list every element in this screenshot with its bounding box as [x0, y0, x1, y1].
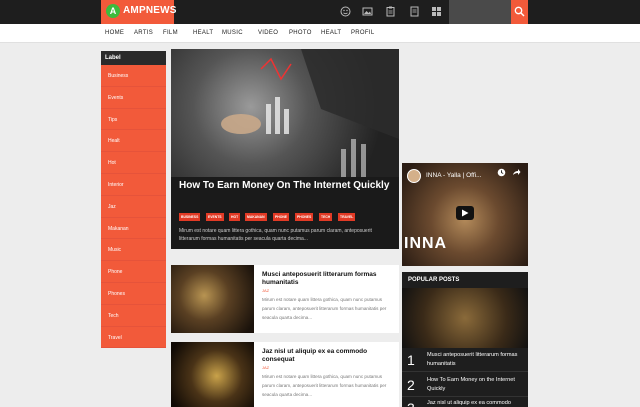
popular-post-title[interactable]: How To Earn Money on the Internet Quickl… — [427, 376, 523, 394]
featured-title[interactable]: How To Earn Money On The Internet Quickl… — [179, 179, 391, 192]
sidebar-item-tech[interactable]: Tech — [101, 305, 166, 327]
popular-post-title[interactable]: Musci anteposuerit litterarum formas hum… — [427, 351, 523, 369]
popular-post-item[interactable]: 3 Jaz nisl ut aliquip ex ea commodo — [402, 396, 528, 407]
popular-post-item[interactable]: 2 How To Earn Money on the Internet Quic… — [402, 373, 528, 397]
channel-avatar[interactable] — [407, 169, 421, 183]
post-author[interactable]: JAZ — [262, 288, 269, 293]
popular-post-number: 2 — [407, 377, 415, 393]
featured-description: Mirum est notare quam littera gothica, q… — [179, 228, 372, 242]
sidebar-item-hot[interactable]: Hot — [101, 152, 166, 174]
popular-post-title[interactable]: Jaz nisl ut aliquip ex ea commodo — [427, 399, 523, 407]
document-icon[interactable] — [409, 6, 420, 17]
nav-item-video[interactable]: VIDEO — [258, 30, 278, 36]
sidebar-item-jaz[interactable]: Jaz — [101, 196, 166, 218]
tag-business[interactable]: BUSINESS — [179, 213, 201, 221]
nav-item-artis[interactable]: ARTIS — [134, 30, 153, 36]
search-icon — [514, 6, 525, 17]
post-thumbnail[interactable] — [171, 342, 254, 407]
featured-post[interactable]: How To Earn Money On The Internet Quickl… — [171, 49, 399, 249]
popular-posts-heading: POPULAR POSTS — [408, 277, 460, 283]
featured-image[interactable] — [171, 49, 399, 177]
popular-post-number: 3 — [407, 400, 415, 407]
sidebar-item-phones[interactable]: Phones — [101, 283, 166, 305]
tag-phones[interactable]: PHONES — [295, 213, 314, 221]
tag-phone[interactable]: PHONE — [273, 213, 290, 221]
logo-badge-icon: A — [106, 4, 120, 18]
nav-item-music[interactable]: MUSIC — [222, 30, 243, 36]
sidebar-item-interior[interactable]: Interior — [101, 174, 166, 196]
sidebar-item-tips[interactable]: Tips — [101, 109, 166, 131]
video-logo-text: INNA — [404, 235, 448, 252]
nav-item-healt-2[interactable]: HEALT — [321, 30, 341, 36]
nav-item-healt[interactable]: HEALT — [193, 30, 213, 36]
search-button[interactable] — [511, 0, 528, 24]
post-thumbnail[interactable] — [171, 265, 254, 333]
featured-chart-graphic — [221, 49, 399, 177]
nav-item-profil[interactable]: PROFIL — [351, 30, 374, 36]
share-icon[interactable] — [512, 168, 521, 177]
tag-makanan[interactable]: MAKANAN — [245, 213, 267, 221]
smiley-icon[interactable] — [340, 6, 351, 17]
post-title[interactable]: Jaz nisl ut aliquip ex ea commodo conseq… — [262, 348, 392, 364]
post-card[interactable]: Musci anteposuerit litterarum formas hum… — [171, 265, 399, 333]
video-title[interactable]: INNA - Yalla | Offi... — [426, 172, 482, 179]
play-button[interactable] — [456, 206, 474, 220]
sidebar-item-makanan[interactable]: Makanan — [101, 218, 166, 240]
post-description: Mirum est notare quam littera gothica, q… — [262, 374, 387, 397]
video-embed[interactable]: INNA - Yalla | Offi... INNA — [402, 163, 528, 266]
clock-icon[interactable] — [497, 168, 506, 177]
top-bar: A AMPNEWS — [0, 0, 640, 24]
main-nav: HOME ARTIS FILM HEALT MUSIC VIDEO PHOTO … — [0, 24, 640, 43]
sidebar-item-healt[interactable]: Healt — [101, 130, 166, 153]
sidebar-item-events[interactable]: Events — [101, 87, 166, 109]
popular-post-number: 1 — [407, 352, 415, 368]
tag-events[interactable]: EVENTS — [206, 213, 224, 221]
sidebar-item-music[interactable]: Music — [101, 239, 166, 262]
clipboard-icon[interactable] — [385, 6, 396, 17]
sidebar-item-travel[interactable]: Travel — [101, 327, 166, 349]
post-title[interactable]: Musci anteposuerit litterarum formas hum… — [262, 271, 392, 287]
post-card[interactable]: Jaz nisl ut aliquip ex ea commodo conseq… — [171, 342, 399, 407]
tag-tech[interactable]: TECH — [319, 213, 333, 221]
site-logo[interactable]: A AMPNEWS — [101, 0, 177, 24]
image-icon[interactable] — [362, 6, 373, 17]
tag-travel[interactable]: TRAVEL — [338, 213, 356, 221]
sidebar-item-phone[interactable]: Phone — [101, 261, 166, 283]
tag-hot[interactable]: HOT — [229, 213, 241, 221]
nav-item-home[interactable]: HOME — [105, 30, 124, 36]
label-sidebar: Label Business Events Tips Healt Hot Int… — [101, 51, 166, 349]
logo-text: AMPNEWS — [123, 5, 177, 16]
popular-posts: POPULAR POSTS 1 Musci anteposuerit litte… — [402, 272, 528, 407]
post-author[interactable]: JAZ — [262, 365, 269, 370]
nav-item-photo[interactable]: PHOTO — [289, 30, 312, 36]
play-icon — [462, 209, 469, 217]
popular-post-item[interactable]: 1 Musci anteposuerit litterarum formas h… — [402, 348, 528, 372]
sidebar-item-business[interactable]: Business — [101, 65, 166, 87]
sidebar-heading: Label — [101, 51, 166, 65]
popular-post-image[interactable] — [402, 288, 528, 348]
search-input[interactable] — [449, 0, 511, 24]
nav-item-film[interactable]: FILM — [163, 30, 178, 36]
post-description: Mirum est notare quam littera gothica, q… — [262, 297, 387, 320]
grid-icon[interactable] — [431, 6, 442, 17]
